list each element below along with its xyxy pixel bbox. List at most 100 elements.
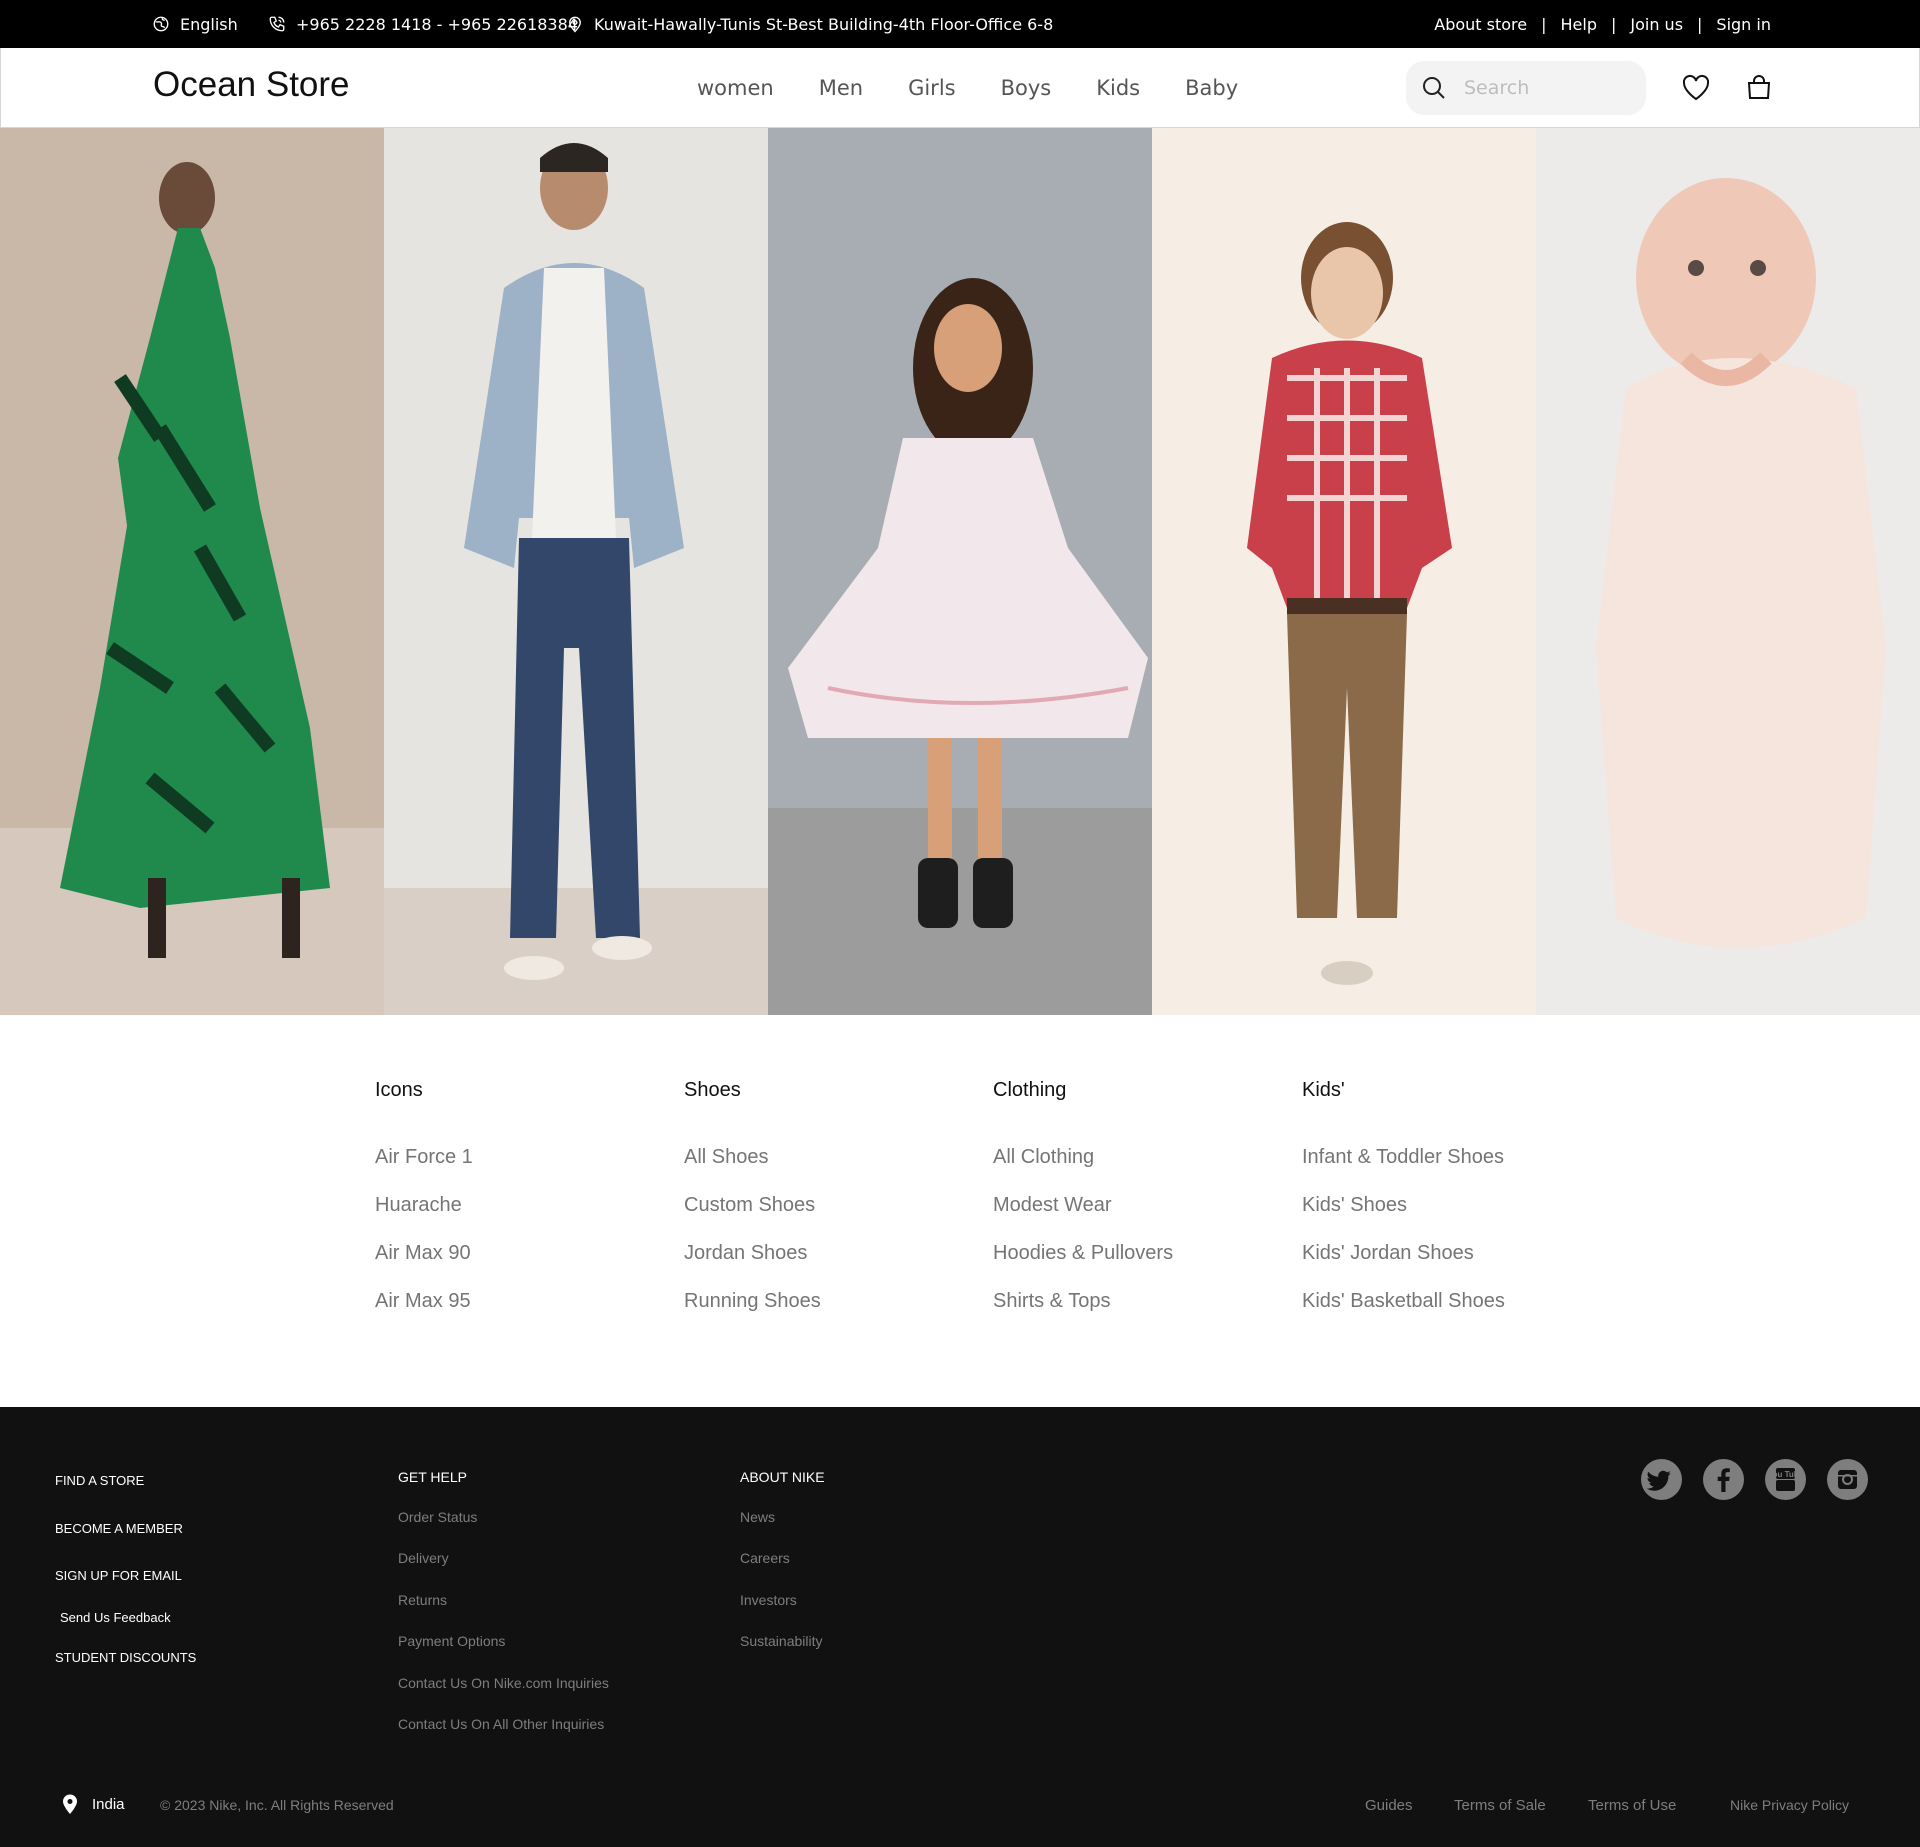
boy-in-checked-shirt-image [1152, 128, 1536, 1015]
hero-panel-baby[interactable] [1536, 128, 1920, 1015]
category-link[interactable]: Hoodies & Pullovers [993, 1239, 1293, 1287]
category-link[interactable]: Huarache [375, 1191, 675, 1239]
address-info: Kuwait-Hawally-Tunis St-Best Building-4t… [566, 0, 1053, 48]
top-bar: English +965 2228 1418 - +965 22618384 K… [0, 0, 1920, 48]
footer-link[interactable]: Careers [740, 1550, 825, 1591]
hero-panel-boys[interactable] [1152, 128, 1536, 1015]
footer-link[interactable]: Sustainability [740, 1633, 825, 1674]
store-address: Kuwait-Hawally-Tunis St-Best Building-4t… [594, 14, 1054, 34]
woman-in-green-dress-image [0, 128, 384, 1015]
social-links: You Tube [1641, 1459, 1868, 1500]
youtube-icon[interactable]: You Tube [1765, 1459, 1806, 1500]
footer-link[interactable]: Returns [398, 1592, 609, 1633]
separator: | [1541, 14, 1547, 34]
language-selector[interactable]: English [152, 0, 238, 48]
globe-icon [153, 16, 169, 32]
student-discounts-link[interactable]: STUDENT DISCOUNTS [55, 1650, 196, 1665]
guides-link[interactable]: Guides [1365, 1797, 1413, 1814]
heart-icon[interactable] [1680, 72, 1712, 104]
category-title: Clothing [993, 1079, 1067, 1101]
site-footer: FIND A STORE BECOME A MEMBER SIGN UP FOR… [0, 1407, 1920, 1847]
help-link[interactable]: Help [1561, 15, 1597, 34]
nav-item-women[interactable]: women [697, 76, 774, 100]
hero-panel-men[interactable] [384, 128, 768, 1015]
nav-item-men[interactable]: Men [819, 76, 863, 100]
category-link[interactable]: Infant & Toddler Shoes [1302, 1143, 1602, 1191]
find-a-store-link[interactable]: FIND A STORE [55, 1473, 196, 1521]
category-link[interactable]: Kids' Basketball Shoes [1302, 1287, 1602, 1335]
privacy-policy-link[interactable]: Nike Privacy Policy [1730, 1797, 1849, 1813]
nav-item-boys[interactable]: Boys [1001, 76, 1052, 100]
terms-of-use-link[interactable]: Terms of Use [1588, 1797, 1676, 1814]
about-store-link[interactable]: About store [1434, 15, 1527, 34]
footer-about: ABOUT NIKE News Careers Investors Sustai… [740, 1469, 825, 1675]
hero-panel-girls[interactable] [768, 128, 1152, 1015]
become-member-link[interactable]: BECOME A MEMBER [55, 1521, 196, 1568]
hero-gallery [0, 128, 1920, 1015]
footer-link[interactable]: Payment Options [398, 1633, 609, 1674]
category-link[interactable]: Shirts & Tops [993, 1287, 1293, 1335]
category-column-shoes: Shoes All Shoes Custom Shoes Jordan Shoe… [684, 1079, 984, 1335]
category-link[interactable]: Modest Wear [993, 1191, 1293, 1239]
shopping-bag-icon[interactable] [1743, 72, 1775, 104]
account-links: About store | Help | Join us | Sign in [1434, 0, 1771, 48]
terms-of-sale-link[interactable]: Terms of Sale [1454, 1797, 1546, 1814]
youtube-label: You Tube [1768, 1470, 1804, 1479]
footer-get-help: GET HELP Order Status Delivery Returns P… [398, 1469, 609, 1757]
location-label: India [92, 1795, 125, 1813]
footer-link[interactable]: Delivery [398, 1550, 609, 1591]
facebook-icon[interactable] [1703, 1459, 1744, 1500]
footer-link[interactable]: Contact Us On Nike.com Inquiries [398, 1675, 609, 1716]
category-column-clothing: Clothing All Clothing Modest Wear Hoodie… [993, 1079, 1293, 1335]
store-logo[interactable]: Ocean Store [153, 65, 350, 105]
category-link[interactable]: Air Force 1 [375, 1143, 675, 1191]
get-help-title: GET HELP [398, 1469, 467, 1485]
category-link[interactable]: Kids' Jordan Shoes [1302, 1239, 1602, 1287]
search-box[interactable] [1406, 61, 1646, 115]
twitter-icon[interactable] [1641, 1459, 1682, 1500]
copyright-text: © 2023 Nike, Inc. All Rights Reserved [160, 1797, 394, 1813]
category-link[interactable]: Running Shoes [684, 1287, 984, 1335]
main-nav: women Men Girls Boys Kids Baby [697, 48, 1283, 128]
phone-info[interactable]: +965 2228 1418 - +965 22618384 [268, 0, 578, 48]
footer-link[interactable]: Investors [740, 1592, 825, 1633]
nav-item-girls[interactable]: Girls [908, 76, 956, 100]
nav-item-baby[interactable]: Baby [1185, 76, 1238, 100]
category-link[interactable]: All Clothing [993, 1143, 1293, 1191]
footer-primary-links: FIND A STORE BECOME A MEMBER SIGN UP FOR… [55, 1473, 196, 1665]
nav-item-kids[interactable]: Kids [1096, 76, 1140, 100]
girl-in-dress-image [768, 128, 1152, 1015]
separator: | [1697, 14, 1703, 34]
category-link[interactable]: Kids' Shoes [1302, 1191, 1602, 1239]
location-pin-icon [63, 1794, 77, 1814]
sign-in-link[interactable]: Sign in [1716, 15, 1771, 34]
separator: | [1610, 14, 1617, 34]
location-selector[interactable]: India [62, 1794, 125, 1814]
footer-link[interactable]: Order Status [398, 1509, 609, 1550]
category-link[interactable]: Air Max 90 [375, 1239, 675, 1287]
category-column-icons: Icons Air Force 1 Huarache Air Max 90 Ai… [375, 1079, 675, 1335]
category-link[interactable]: Air Max 95 [375, 1287, 675, 1335]
category-links: Icons Air Force 1 Huarache Air Max 90 Ai… [0, 1015, 1920, 1407]
category-title: Icons [375, 1079, 423, 1101]
category-link[interactable]: Custom Shoes [684, 1191, 984, 1239]
hero-panel-women[interactable] [0, 128, 384, 1015]
feedback-link[interactable]: Send Us Feedback [60, 1610, 196, 1650]
footer-link[interactable]: Contact Us On All Other Inquiries [398, 1716, 609, 1757]
category-link[interactable]: All Shoes [684, 1143, 984, 1191]
search-icon[interactable] [1420, 74, 1448, 102]
language-label: English [180, 14, 238, 34]
main-header: Ocean Store women Men Girls Boys Kids Ba… [0, 48, 1920, 128]
phone-icon [269, 16, 285, 32]
footer-link[interactable]: News [740, 1509, 825, 1550]
category-link[interactable]: Jordan Shoes [684, 1239, 984, 1287]
search-input[interactable] [1464, 77, 1624, 99]
category-column-kids: Kids' Infant & Toddler Shoes Kids' Shoes… [1302, 1079, 1602, 1335]
category-title: Shoes [684, 1079, 741, 1101]
email-signup-link[interactable]: SIGN UP FOR EMAIL [55, 1568, 196, 1610]
baby-in-sleepsuit-image [1536, 128, 1920, 1015]
man-in-denim-image [384, 128, 768, 1015]
footer-bottom: India © 2023 Nike, Inc. All Rights Reser… [0, 1794, 1920, 1834]
join-us-link[interactable]: Join us [1630, 15, 1683, 34]
instagram-icon[interactable] [1827, 1459, 1868, 1500]
